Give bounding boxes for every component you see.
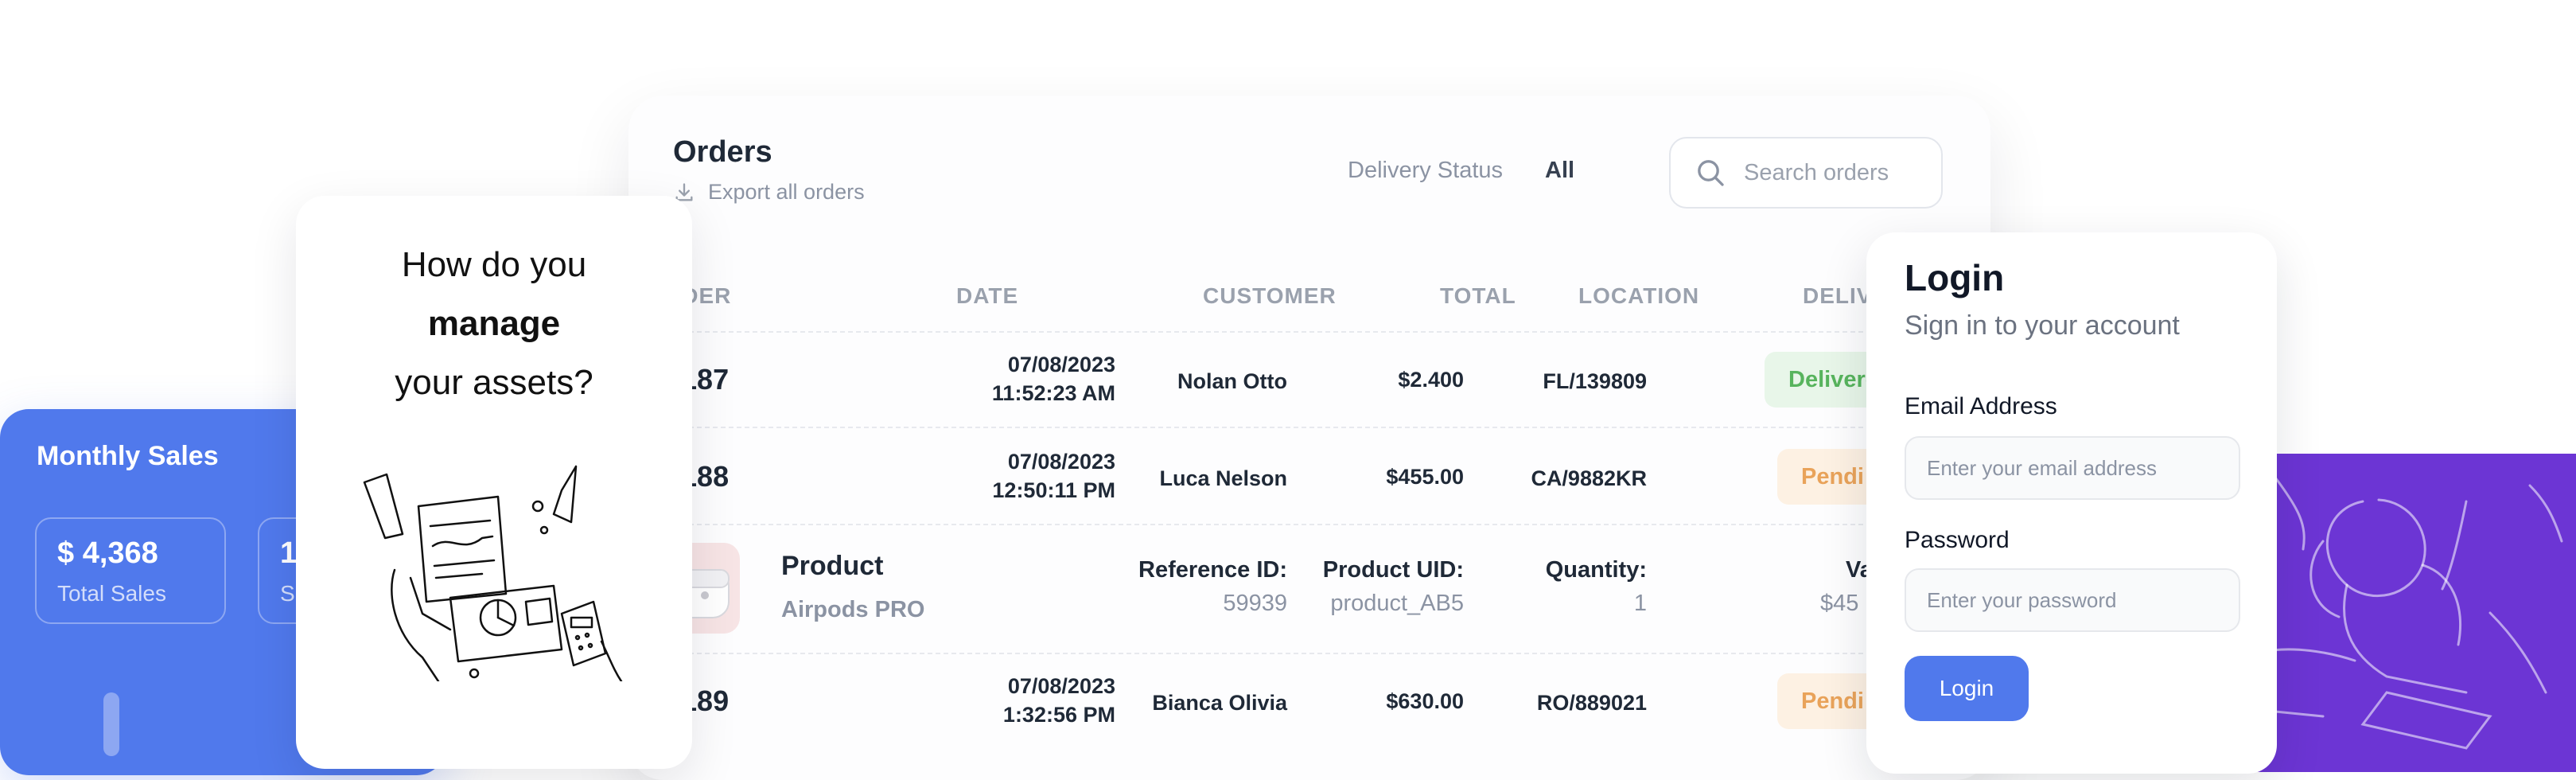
column-header-delivery: DELIV [1803,283,1873,308]
assets-heading-line2: manage [427,304,561,343]
row-divider [665,653,1990,654]
illustration-card [2228,454,2576,772]
quantity-value: 1 [1633,591,1647,616]
order-customer: Luca Nelson [1159,466,1287,490]
search-orders-input[interactable] [1742,158,1936,187]
product-title: Product [781,551,884,581]
total-sales-label: Total Sales [57,581,166,606]
secondary-stat-label: S [280,581,295,606]
order-date: 07/08/2023 1:32:56 PM [1003,672,1115,729]
order-location: RO/889021 [1536,691,1647,715]
login-card: Login Sign in to your account Email Addr… [1866,232,2277,774]
orders-panel: Orders Export all orders Delivery Status… [628,96,1990,780]
order-total: $630.00 [1386,689,1464,713]
search-icon [1698,160,1724,186]
column-header-date: DATE [956,283,1019,308]
product-name: Airpods PRO [781,597,925,622]
order-customer: Bianca Olivia [1152,691,1287,715]
order-date-day: 07/08/2023 [1007,450,1115,474]
column-header-location: LOCATION [1578,283,1700,308]
order-date: 07/08/2023 11:52:23 AM [992,350,1115,408]
sales-chart-bar [103,692,119,756]
row-divider [665,331,1990,333]
search-orders-box[interactable] [1669,137,1943,209]
password-label: Password [1905,527,2010,553]
reference-id-value: 59939 [1223,591,1287,616]
orders-title: Orders [673,135,772,169]
row-divider [665,524,1990,525]
order-date-time: 11:52:23 AM [991,381,1115,405]
order-customer: Nolan Otto [1177,369,1287,393]
assets-heading-line3: your assets? [395,363,593,402]
quantity-label: Quantity: [1545,557,1647,583]
order-location: FL/139809 [1543,369,1647,393]
secondary-stat-value: 1 [280,536,298,570]
column-header-customer: CUSTOMER [1203,283,1337,308]
order-date-time: 12:50:11 PM [992,478,1115,502]
password-field[interactable] [1905,568,2240,632]
product-uid-label: Product UID: [1322,557,1464,583]
finance-illustration [363,465,623,681]
person-illustration [2242,476,2563,750]
monthly-sales-title: Monthly Sales [37,441,219,471]
row-divider [665,427,1990,428]
reference-id-label: Reference ID: [1138,557,1287,583]
order-date-day: 07/08/2023 [1007,353,1115,376]
delivery-status-filter[interactable]: All [1545,158,1574,184]
export-orders-label: Export all orders [708,180,865,204]
column-header-total: TOTAL [1440,283,1516,308]
export-orders-link[interactable]: Export all orders [673,180,865,205]
manage-assets-card: How do you manage your assets? [296,196,692,769]
delivery-status-label: Delivery Status [1348,158,1504,183]
assets-heading: How do you manage your assets? [296,236,692,412]
order-date: 07/08/2023 12:50:11 PM [992,447,1115,505]
total-sales-stat: $ 4,368 Total Sales [35,517,226,624]
email-field[interactable] [1905,436,2240,500]
value-amount: $45 [1820,591,1859,616]
order-location: CA/9882KR [1531,466,1647,490]
order-total: $2.400 [1398,368,1464,392]
login-subtitle: Sign in to your account [1905,310,2180,341]
assets-heading-line1: How do you [401,245,587,284]
order-total: $455.00 [1386,465,1464,489]
product-uid-value: product_AB5 [1330,591,1464,616]
login-button[interactable]: Login [1905,656,2029,721]
order-date-day: 07/08/2023 [1007,674,1115,698]
order-date-time: 1:32:56 PM [1002,703,1115,727]
email-label: Email Address [1905,393,2057,419]
total-sales-value: $ 4,368 [57,536,158,570]
login-title: Login [1905,257,2005,298]
